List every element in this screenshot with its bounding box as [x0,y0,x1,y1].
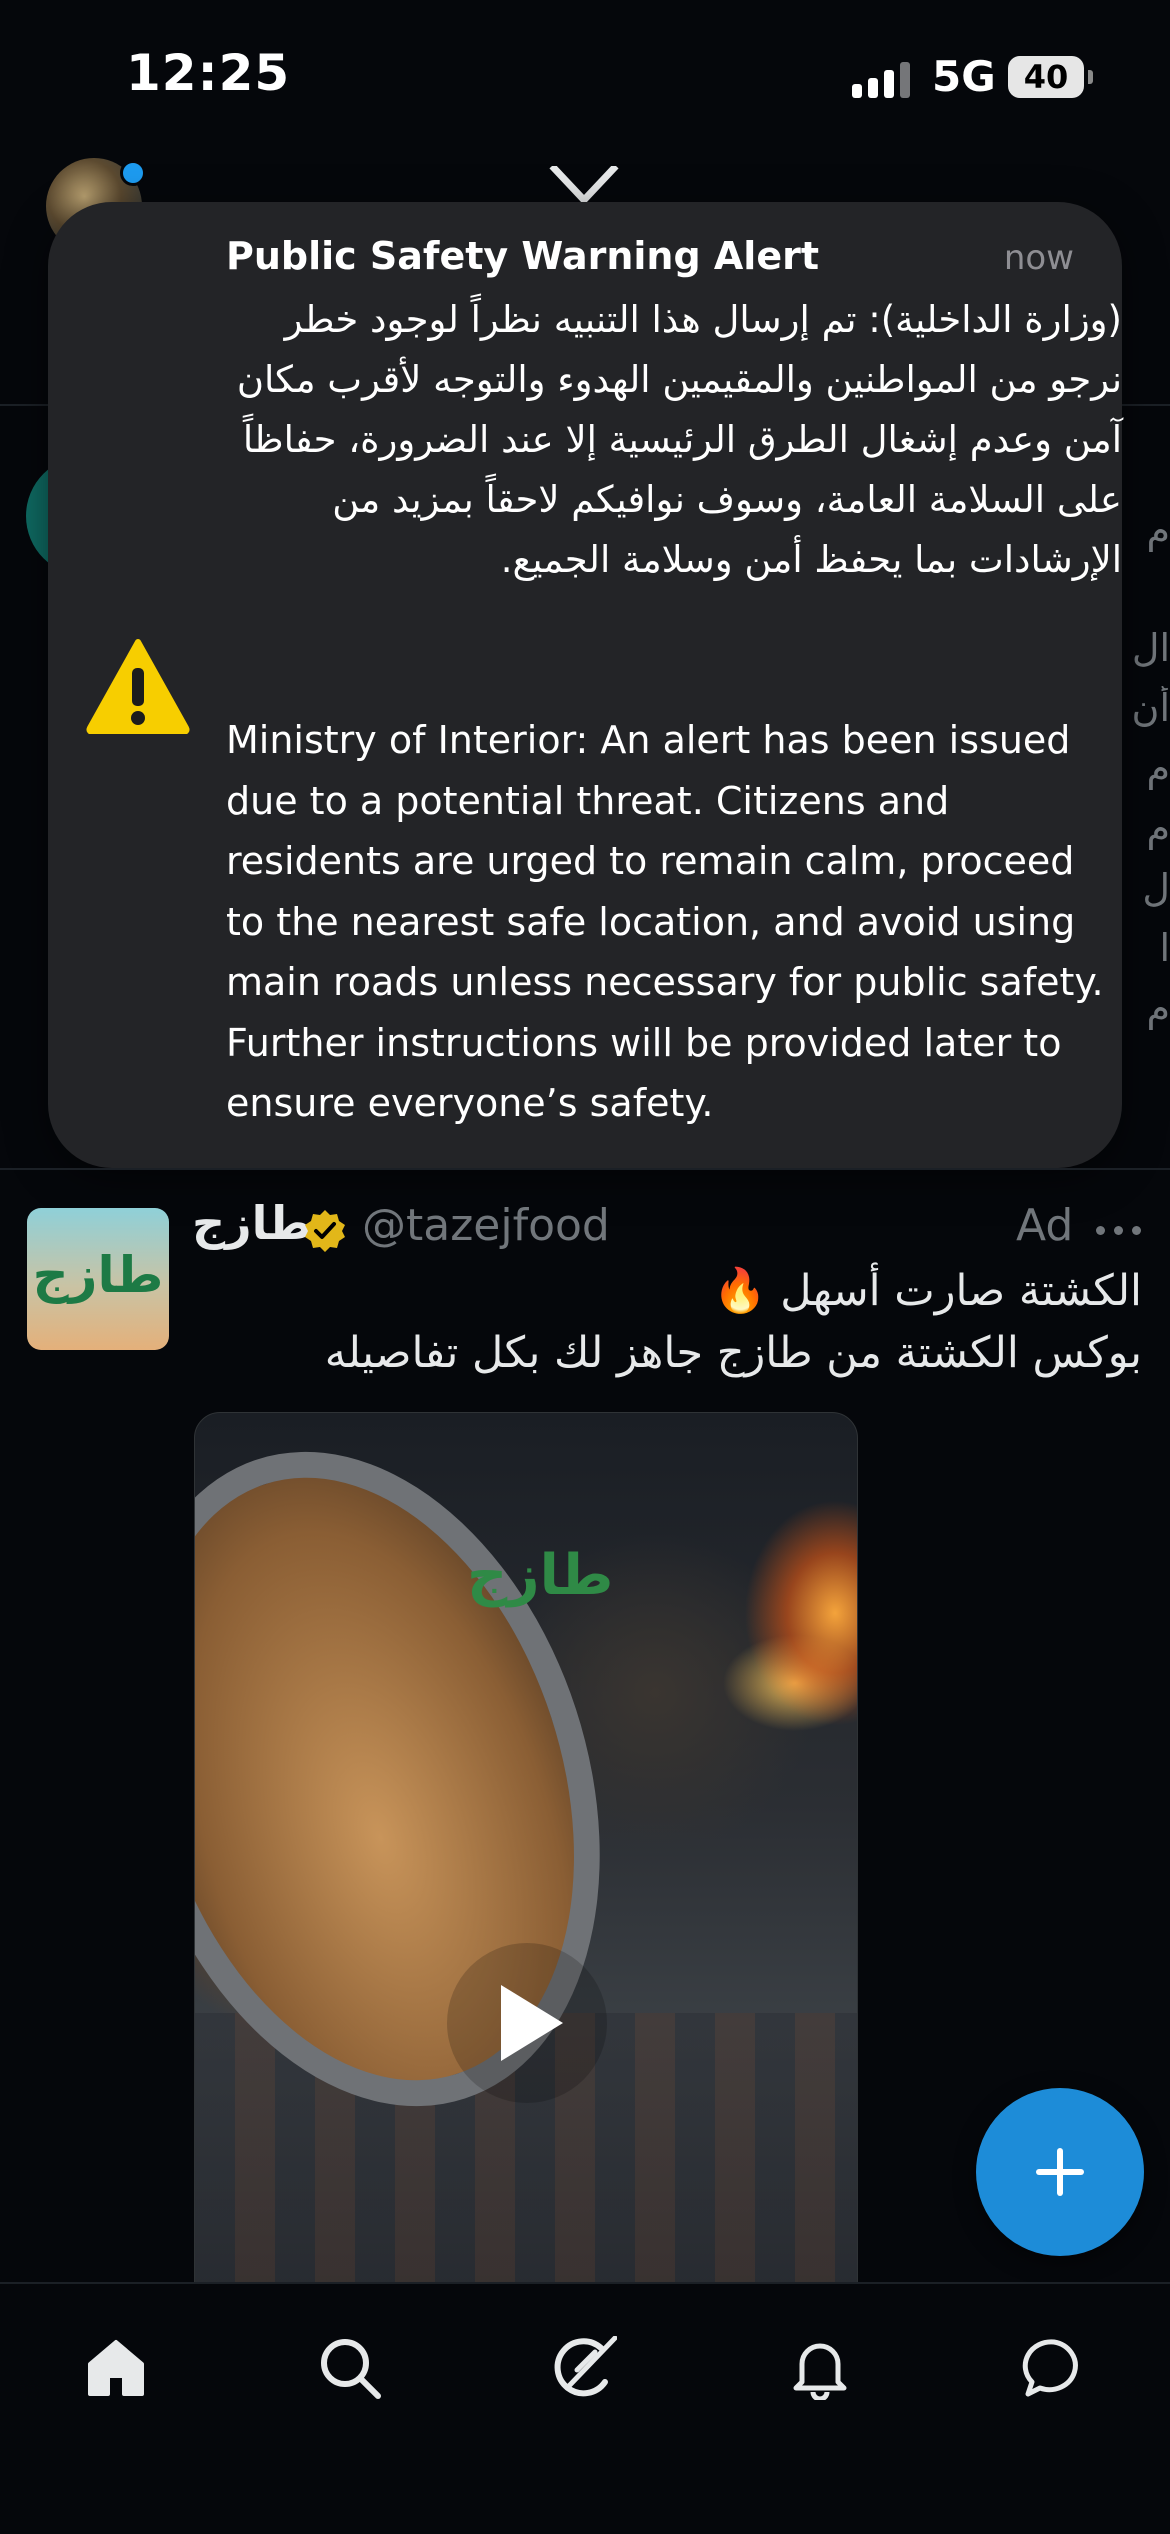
nav-notifications[interactable] [770,2318,870,2418]
battery-icon: 40 [1008,56,1084,98]
plus-icon [1036,2148,1084,2196]
messages-icon [1022,2339,1078,2397]
avatar-notification-dot [120,160,146,186]
video-player[interactable]: طازج [194,1412,858,2284]
advertiser-logo-text: طازج [32,1246,164,1304]
tweet-text-line: الكشتة صارت أسهل 🔥 [713,1266,1142,1316]
alert-body-english: Ministry of Interior: An alert has been … [226,718,1104,1125]
grok-icon [554,2336,617,2397]
compose-button[interactable] [976,2088,1144,2256]
advertiser-handle[interactable]: @tazejfood [362,1200,610,1251]
bottom-nav [0,2282,1170,2534]
advertiser-name[interactable]: طازج [192,1196,312,1250]
network-type: 5G [932,52,996,101]
battery-tip [1088,70,1093,84]
alert-timestamp: now [1003,238,1074,278]
nav-search[interactable] [300,2318,400,2418]
alert-body-arabic: (وزارة الداخلية): تم إرسال هذا التنبيه ن… [236,298,1122,581]
nav-messages[interactable] [1004,2318,1104,2418]
home-icon [88,2340,144,2396]
video-watermark: طازج [467,1543,614,1608]
play-icon [501,1985,563,2061]
status-bar: 12:25 5G 40 [0,0,1170,150]
ad-label: Ad [1016,1200,1074,1251]
verified-badge-icon [305,1210,345,1252]
play-button[interactable] [447,1943,607,2103]
tweet-text-line: بوكس الكشتة من طازج جاهز لك بكل تفاصيله [324,1328,1142,1378]
nav-home[interactable] [66,2318,166,2418]
more-options-icon[interactable] [1096,1226,1142,1238]
status-time: 12:25 [126,44,291,102]
warning-icon [86,639,190,734]
tweet-divider [0,1168,1170,1170]
notifications-icon [793,2343,847,2400]
tweet-text: الكشتة صارت أسهل 🔥 بوكس الكشتة من طازج ج… [192,1260,1142,1384]
emergency-alert-notification[interactable]: Public Safety Warning Alert now (وزارة ا… [48,202,1122,1168]
nav-grok[interactable] [535,2318,635,2418]
advertiser-avatar[interactable]: طازج [27,1208,169,1350]
signal-icon [852,58,912,98]
search-icon [321,2339,381,2399]
alert-title: Public Safety Warning Alert [226,234,820,278]
x-logo-icon[interactable] [548,166,620,206]
